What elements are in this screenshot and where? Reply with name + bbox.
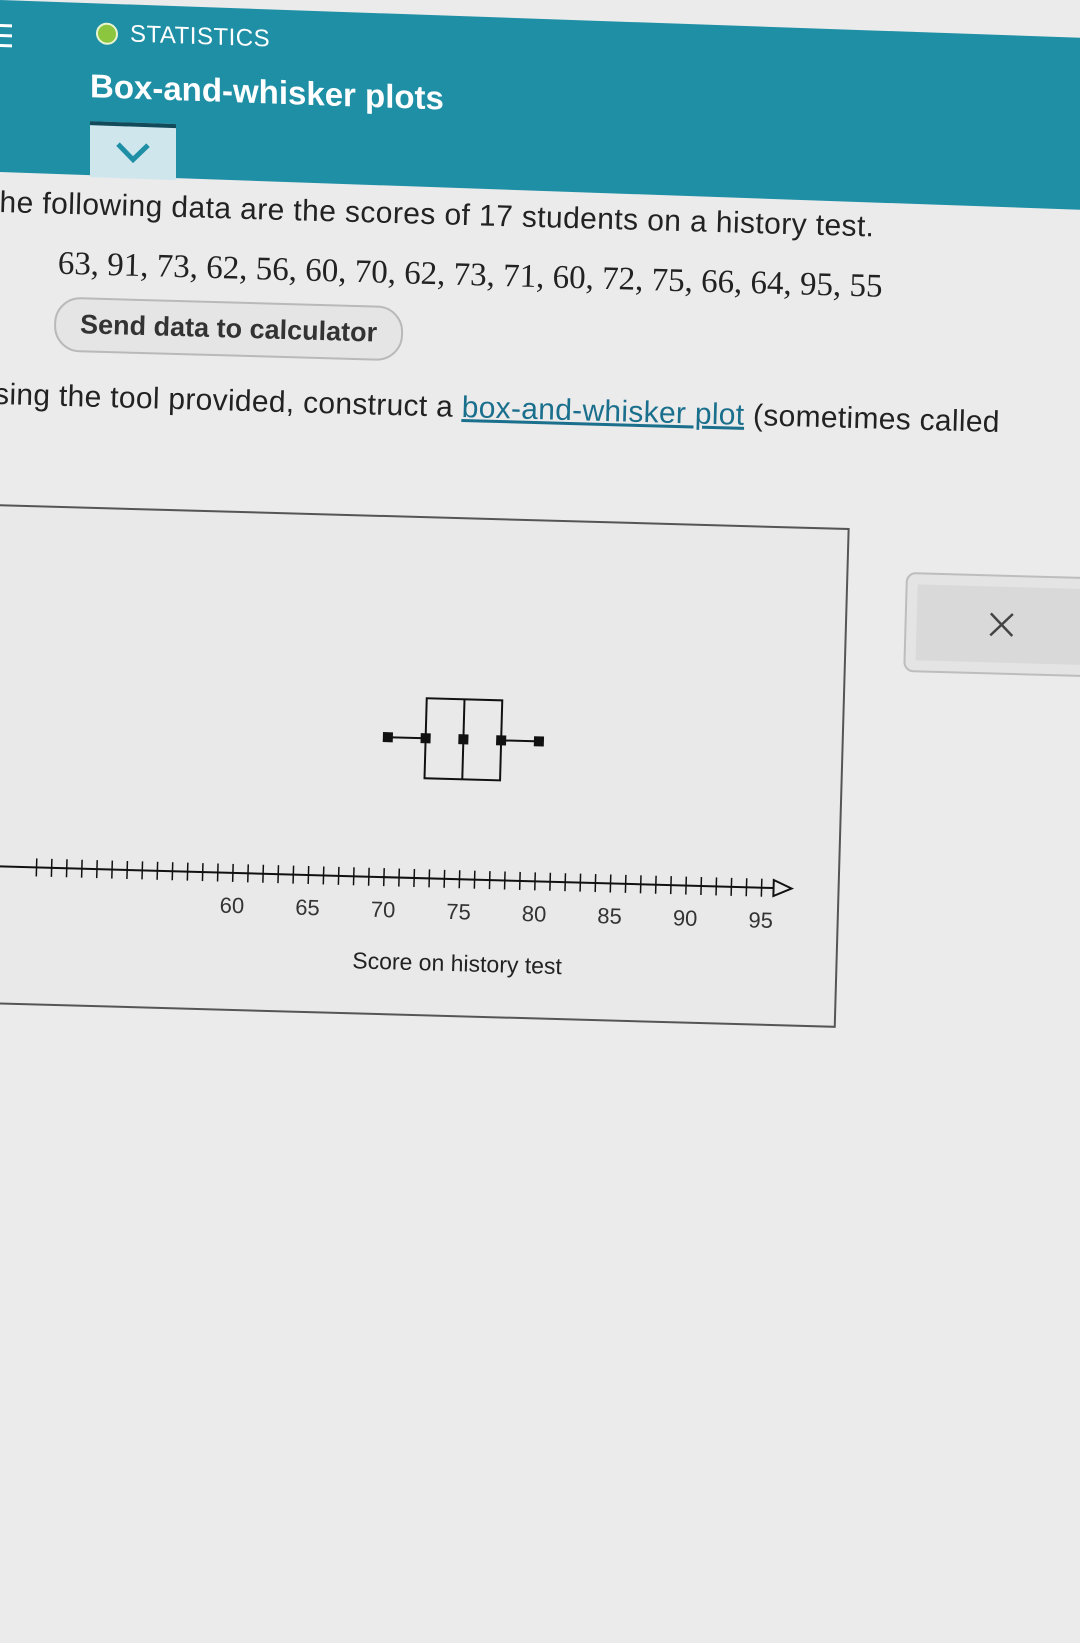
axis-arrow-icon <box>772 878 795 898</box>
axis-tick <box>669 876 672 895</box>
tick-label: 90 <box>673 905 698 931</box>
tick-label: 75 <box>446 899 471 925</box>
page-title: Box-and-whisker plots <box>90 67 444 117</box>
collapse-button[interactable] <box>90 121 176 181</box>
box-plot-chart[interactable]: 56065707580859095Score on history test <box>0 506 852 1030</box>
axis-tick <box>428 869 431 888</box>
plot-panel[interactable]: 56065707580859095Score on history test <box>0 504 850 1028</box>
axis-tick <box>141 861 144 880</box>
axis-tick <box>609 874 612 893</box>
tick-label: 60 <box>219 893 244 919</box>
topic-status-icon <box>96 22 118 46</box>
axis-tick <box>322 866 325 885</box>
send-data-button[interactable]: Send data to calculator <box>53 296 404 362</box>
chevron-down-icon <box>116 142 150 164</box>
lower-whisker <box>387 736 426 740</box>
axis-tick <box>337 866 340 885</box>
axis-tick <box>685 876 688 895</box>
axis-tick <box>35 858 38 877</box>
axis-tick <box>473 870 476 889</box>
axis-tick <box>216 863 219 882</box>
axis-tick <box>171 862 174 881</box>
axis-tick <box>231 863 234 882</box>
axis-tick <box>367 867 370 886</box>
axis-tick <box>126 860 129 879</box>
axis-tick <box>594 874 597 893</box>
upper-whisker <box>501 739 539 743</box>
tick-label: 65 <box>295 895 320 921</box>
axis-tick <box>624 874 627 893</box>
axis-tick <box>549 872 552 891</box>
q3-handle[interactable] <box>496 735 507 746</box>
axis-tick <box>307 866 310 885</box>
axis-tick <box>745 878 748 897</box>
axis-tick <box>352 867 355 886</box>
box-whisker-link[interactable]: box-and-whisker plot <box>461 391 745 432</box>
axis-tick <box>398 868 401 887</box>
axis-tick <box>95 860 98 879</box>
instruction-before: sing the tool provided, construct a <box>0 377 463 424</box>
axis-tick <box>247 864 250 883</box>
axis-tick <box>262 864 265 883</box>
axis-tick <box>186 862 189 881</box>
axis-tick <box>654 875 657 894</box>
tick-label: 95 <box>748 907 773 933</box>
max-handle[interactable] <box>533 736 545 747</box>
axis-tick <box>730 877 733 896</box>
axis-tick <box>518 871 521 890</box>
close-icon <box>989 612 1014 637</box>
axis-tick <box>443 869 446 888</box>
axis-tick <box>413 868 416 888</box>
axis-tick <box>277 865 280 884</box>
axis-tick <box>156 861 159 880</box>
axis-tick <box>700 876 703 896</box>
axis-tick <box>111 860 114 879</box>
axis-tick <box>80 859 83 878</box>
tick-label: 85 <box>597 903 622 929</box>
instruction-after: (sometimes called <box>743 398 1001 440</box>
x-axis-line <box>0 865 774 890</box>
topic-row: STATISTICS <box>96 19 270 53</box>
question-text: he following data are the scores of 17 s… <box>0 186 1006 440</box>
instruction-text: sing the tool provided, construct a box-… <box>0 378 1000 440</box>
median-handle[interactable] <box>458 734 469 745</box>
axis-tick <box>760 878 763 897</box>
clear-button[interactable] <box>915 584 1080 666</box>
axis-tick <box>488 871 491 890</box>
axis-tick <box>715 877 718 896</box>
tick-label: 70 <box>370 897 395 923</box>
min-handle[interactable] <box>382 732 394 743</box>
x-axis-label: Score on history test <box>352 947 563 979</box>
tool-buttons <box>903 572 1080 678</box>
axis-tick <box>458 870 461 889</box>
axis-tick <box>201 863 204 882</box>
menu-icon[interactable] <box>0 24 12 50</box>
tick-label: 80 <box>522 901 547 927</box>
topic-label: STATISTICS <box>130 20 271 53</box>
axis-tick <box>503 871 506 890</box>
axis-tick <box>65 859 68 878</box>
q1-handle[interactable] <box>420 733 431 744</box>
axis-tick <box>564 873 567 892</box>
axis-tick <box>50 858 53 877</box>
axis-tick <box>534 872 537 891</box>
axis-tick <box>292 865 295 884</box>
data-values: 63, 91, 73, 62, 56, 60, 70, 62, 73, 71, … <box>57 245 884 305</box>
axis-tick <box>639 875 642 894</box>
axis-tick <box>579 873 582 892</box>
header-bar: STATISTICS Box-and-whisker plots <box>0 0 1080 210</box>
axis-tick <box>382 868 385 887</box>
